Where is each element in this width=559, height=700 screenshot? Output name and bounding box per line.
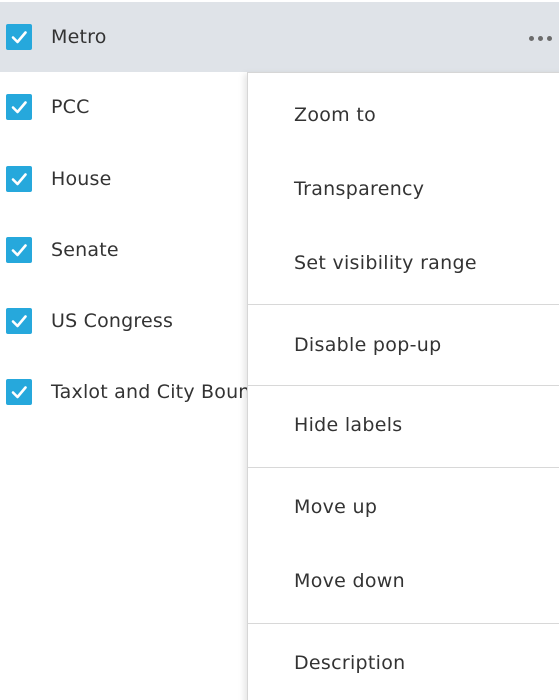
layer-row-metro[interactable]: Metro — [0, 2, 559, 72]
menu-divider — [248, 623, 559, 624]
layer-checkbox-us-congress[interactable] — [6, 308, 32, 334]
menu-divider — [248, 467, 559, 468]
menu-divider — [248, 385, 559, 386]
layer-checkbox-pcc[interactable] — [6, 94, 32, 120]
layer-list-panel: Metro PCC House Senate US Congress Taxlo… — [0, 0, 559, 700]
menu-item-move-up[interactable]: Move up — [248, 477, 559, 537]
layer-label: Taxlot and City Boun — [51, 381, 251, 403]
menu-item-description[interactable]: Description — [248, 633, 559, 693]
menu-item-hide-labels[interactable]: Hide labels — [248, 395, 559, 455]
layer-checkbox-taxlot[interactable] — [6, 379, 32, 405]
layer-label: Senate — [51, 239, 119, 261]
menu-item-zoom-to[interactable]: Zoom to — [248, 85, 559, 145]
layer-label: PCC — [51, 96, 90, 118]
checkmark-icon — [11, 173, 27, 186]
checkmark-icon — [11, 244, 27, 257]
layer-label: House — [51, 168, 112, 190]
menu-divider — [248, 304, 559, 305]
checkmark-icon — [11, 101, 27, 114]
menu-item-set-visibility-range[interactable]: Set visibility range — [248, 233, 559, 293]
more-options-icon[interactable] — [529, 28, 559, 48]
checkmark-icon — [11, 315, 27, 328]
layer-options-menu: Zoom to Transparency Set visibility rang… — [247, 72, 559, 700]
layer-label: Metro — [51, 26, 107, 48]
menu-item-transparency[interactable]: Transparency — [248, 159, 559, 219]
menu-item-disable-popup[interactable]: Disable pop-up — [248, 315, 559, 375]
layer-checkbox-metro[interactable] — [6, 24, 32, 50]
checkmark-icon — [11, 386, 27, 399]
layer-label: US Congress — [51, 310, 174, 332]
menu-item-move-down[interactable]: Move down — [248, 551, 559, 611]
checkmark-icon — [11, 31, 27, 44]
layer-checkbox-senate[interactable] — [6, 237, 32, 263]
layer-checkbox-house[interactable] — [6, 166, 32, 192]
